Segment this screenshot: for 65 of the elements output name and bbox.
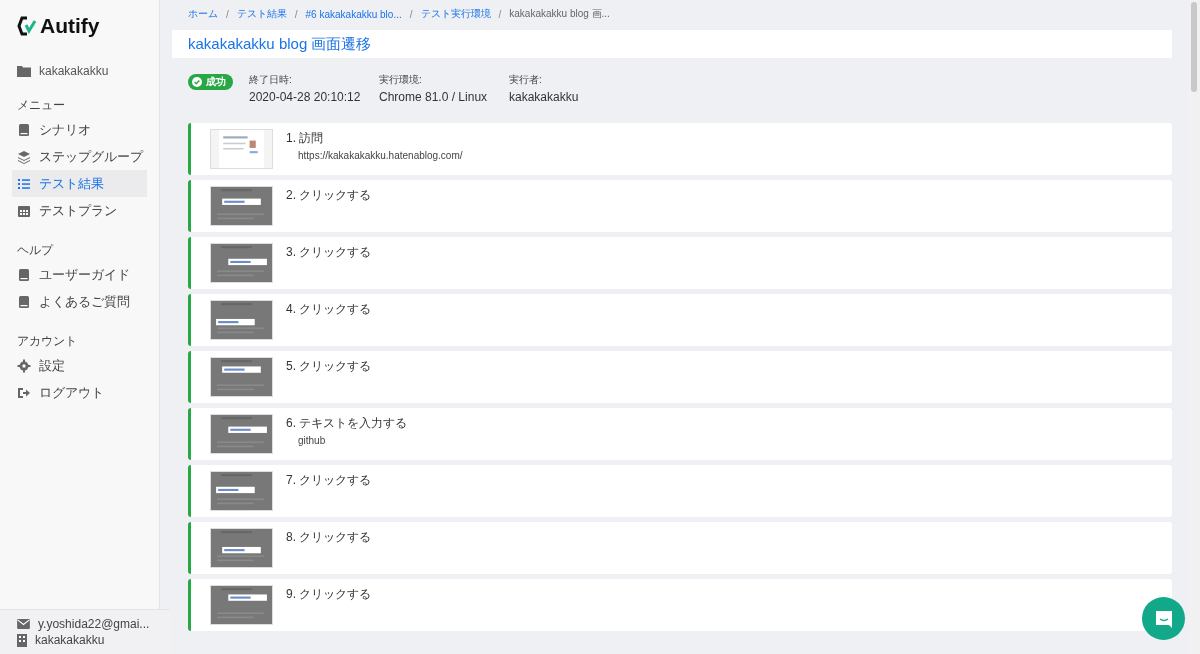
breadcrumb-separator: / [294,8,298,20]
step-card[interactable]: 9. クリックする [188,579,1172,631]
breadcrumb-separator: / [498,8,502,20]
step-card[interactable]: 1. 訪問 https://kakakakakku.hatenablog.com/ [188,123,1172,175]
project-name[interactable]: kakakakakku [39,63,109,79]
breadcrumb-link[interactable]: ホーム [188,7,218,21]
step-title: 8. クリックする [286,529,372,546]
account-text: kakakakakku [35,633,105,647]
building-icon [17,633,27,647]
account-text: y.yoshida22@gmai... [38,617,150,631]
calendar-icon [17,203,31,218]
step-title: 5. クリックする [286,358,372,375]
chat-button[interactable] [1142,597,1185,640]
meta-label: 実行環境: [379,73,422,87]
step-card[interactable]: 2. クリックする [188,180,1172,232]
step-title: 1. 訪問 [286,130,325,147]
mail-icon [17,619,30,629]
nav-item[interactable]: よくあるご質問 [12,288,147,315]
breadcrumb-separator: / [226,8,229,20]
step-title: 2. クリックする [286,187,372,204]
step-title: 6. テキストを入力する [286,415,408,432]
section-heading: アカウント [16,333,77,350]
status-badge: 成功 [188,74,233,90]
chat-icon [1153,608,1174,629]
layers-icon [17,149,31,164]
nav-item[interactable]: ログアウト [12,379,147,406]
list-icon [17,176,31,191]
meta-value: Chrome 81.0 / Linux [379,90,488,104]
folder-icon [17,65,31,77]
meta-label: 終了日時: [249,73,292,87]
meta-value: 2020-04-28 20:10:12 [249,90,361,104]
page-title: kakakakakku blog 画面遷移 [188,34,372,54]
step-title: 9. クリックする [286,586,372,603]
step-title: 3. クリックする [286,244,372,261]
section-heading: メニュー [16,97,65,114]
nav-item[interactable]: ユーザーガイド [12,261,147,288]
section-heading: ヘルプ [16,242,53,259]
breadcrumb-link[interactable]: テスト実行環境 [420,7,491,21]
breadcrumb-link[interactable]: #6 kakakakakku blo... [305,8,402,20]
step-card[interactable]: 3. クリックする [188,237,1172,289]
settings-icon [17,358,31,373]
meta-label: 実行者: [509,73,542,87]
breadcrumb-separator: / [409,8,413,20]
nav-item[interactable]: 設定 [12,352,147,379]
book-icon [17,122,31,137]
step-card[interactable]: 7. クリックする [188,465,1172,517]
book-icon [17,294,31,309]
step-card[interactable]: 8. クリックする [188,522,1172,574]
book-icon [17,267,31,282]
step-detail: https://kakakakakku.hatenablog.com/ [298,150,463,161]
logo[interactable]: Autify [12,14,100,38]
meta-value: kakakakakku [509,90,579,104]
step-card[interactable]: 5. クリックする [188,351,1172,403]
step-detail: github [298,435,327,446]
breadcrumb-current: kakakakakku blog 画... [509,7,610,21]
step-card[interactable]: 4. クリックする [188,294,1172,346]
nav-item[interactable]: テスト結果 [12,170,147,197]
step-title: 7. クリックする [286,472,372,489]
breadcrumb-link[interactable]: テスト結果 [236,7,287,21]
nav-item[interactable]: ステップグループ [12,143,147,170]
logout-icon [17,385,31,400]
step-title: 4. クリックする [286,301,372,318]
nav-item[interactable]: テストプラン [12,197,147,224]
nav-item[interactable]: シナリオ [12,116,147,143]
step-card[interactable]: 6. テキストを入力する github [188,408,1172,460]
